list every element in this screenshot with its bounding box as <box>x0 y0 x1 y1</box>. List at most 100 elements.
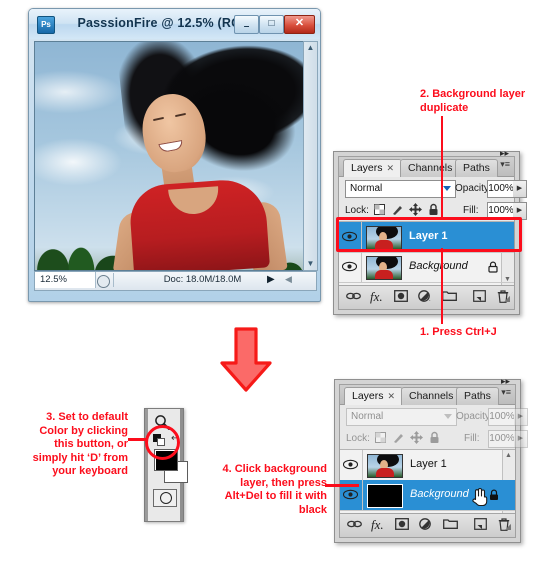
new-layer-icon[interactable] <box>474 518 487 533</box>
scroll-up-icon[interactable]: ▲ <box>304 42 317 54</box>
layer-thumbnail[interactable] <box>366 256 402 280</box>
layer-row-background[interactable]: Background <box>340 480 515 511</box>
tab-layers[interactable]: Layers ✕ <box>344 387 404 405</box>
annotation-4-leader-line <box>325 484 359 487</box>
eye-icon[interactable] <box>342 459 359 470</box>
new-layer-icon[interactable] <box>473 290 486 305</box>
panel-menu-icon[interactable]: ▾≡ <box>500 160 510 169</box>
tab-channels-label: Channels <box>409 390 454 402</box>
tab-paths[interactable]: Paths <box>455 159 498 177</box>
lock-all-icon[interactable] <box>428 431 441 444</box>
tab-paths-label: Paths <box>463 162 490 174</box>
tab-channels[interactable]: Channels <box>400 159 461 177</box>
layers-panel-footer: fx. ◢ <box>340 513 515 537</box>
new-group-icon[interactable] <box>443 518 458 532</box>
layer-mask-icon[interactable] <box>394 290 408 305</box>
chevron-down-icon <box>443 186 451 191</box>
lock-image-icon[interactable] <box>392 431 405 444</box>
blend-mode-select[interactable]: Normal <box>345 180 456 198</box>
tab-layers-label: Layers <box>352 390 384 402</box>
tab-close-icon[interactable]: ✕ <box>388 391 396 401</box>
layer-style-fx-icon[interactable]: fx. <box>370 289 383 305</box>
minimize-button[interactable]: – <box>234 15 259 34</box>
annotation-2-text: 2. Background layer duplicate <box>420 88 526 114</box>
layer-name[interactable]: Background <box>410 488 469 500</box>
close-icon: ✕ <box>294 17 305 29</box>
quick-mask-icon[interactable] <box>153 489 177 507</box>
svg-text:.: . <box>429 297 431 302</box>
opacity-slider-arrow-icon[interactable]: ▶ <box>514 408 528 426</box>
minimize-icon: – <box>243 21 250 32</box>
fill-input[interactable]: 100% <box>488 430 516 448</box>
fill-label: Fill: <box>464 433 480 444</box>
eye-icon[interactable] <box>342 489 359 500</box>
annotation-layer1-highlight-box <box>336 217 522 252</box>
lock-image-icon[interactable] <box>391 203 404 216</box>
document-title-bar[interactable]: Ps PasssionFire @ 12.5% (RGB/8*) – □ ✕ <box>29 9 320 39</box>
close-button[interactable]: ✕ <box>284 15 315 34</box>
blend-mode-row: Normal Opacity: 100% ▶ <box>340 405 528 427</box>
panel-resize-grip[interactable]: ◢ <box>504 294 510 303</box>
layer-visibility-cell[interactable] <box>339 252 362 282</box>
annotation-3-text: 3. Set to default Color by clicking this… <box>32 411 128 477</box>
down-arrow-icon <box>213 327 279 393</box>
tab-close-icon[interactable]: ✕ <box>387 163 395 173</box>
tab-layers[interactable]: Layers ✕ <box>343 159 403 177</box>
tab-paths[interactable]: Paths <box>456 387 499 405</box>
panel-resize-grip[interactable]: ◢ <box>505 522 511 531</box>
blend-mode-value: Normal <box>351 411 384 422</box>
lock-transparency-icon[interactable] <box>373 203 386 216</box>
zoom-level-field[interactable]: 12.5% <box>35 272 96 288</box>
layer-visibility-cell[interactable] <box>340 450 363 480</box>
layer-style-fx-icon[interactable]: fx. <box>371 517 384 533</box>
layer-thumbnail[interactable] <box>367 454 403 478</box>
lock-position-icon[interactable] <box>409 203 422 216</box>
layer-name[interactable]: Background <box>409 260 468 272</box>
status-resize-arrow-icon: ◀ <box>285 274 292 284</box>
link-layers-icon[interactable] <box>347 518 362 533</box>
blend-mode-row: Normal Opacity: 100% ▶ <box>339 177 527 199</box>
hand-cursor-icon <box>471 487 488 509</box>
photo-woman-with-flying-hair <box>35 42 316 270</box>
lock-transparency-icon[interactable] <box>374 431 387 444</box>
layer-row-background[interactable]: Background <box>339 252 514 283</box>
annotation-4-text: 4. Click background layer, then press Al… <box>222 463 327 516</box>
adjustment-layer-icon[interactable]: . <box>418 290 432 305</box>
status-menu-arrow-icon[interactable]: ▶ <box>267 274 275 285</box>
lock-position-icon[interactable] <box>410 431 423 444</box>
link-layers-icon[interactable] <box>346 290 361 305</box>
image-canvas[interactable] <box>34 41 317 271</box>
document-size-info: Doc: 18.0M/18.0M <box>163 274 242 285</box>
fill-slider-arrow-icon[interactable]: ▶ <box>514 430 528 448</box>
lock-icon <box>488 261 498 276</box>
tab-channels[interactable]: Channels <box>401 387 462 405</box>
lock-all-icon[interactable] <box>427 203 440 216</box>
lock-icon <box>489 489 499 504</box>
maximize-icon: □ <box>268 18 275 29</box>
opacity-input[interactable]: 100% <box>487 180 515 198</box>
opacity-slider-arrow-icon[interactable]: ▶ <box>513 180 527 198</box>
opacity-input[interactable]: 100% <box>488 408 516 426</box>
tab-paths-label: Paths <box>464 390 491 402</box>
photoshop-icon: Ps <box>37 16 55 34</box>
layer-name[interactable]: Layer 1 <box>410 458 447 470</box>
canvas-vertical-scrollbar[interactable]: ▲ ▼ <box>303 41 318 271</box>
annotation-1-leader-line <box>441 248 443 324</box>
layer-thumbnail-black[interactable] <box>367 484 403 508</box>
panel-menu-icon[interactable]: ▾≡ <box>501 388 511 397</box>
document-status-bar: 12.5% Doc: 18.0M/18.0M ▶ ◀ <box>34 271 317 291</box>
scroll-down-icon[interactable]: ▼ <box>304 258 317 270</box>
blend-mode-value: Normal <box>350 183 383 194</box>
layers-panel-bottom-inner: ▸▸ Layers ✕ Channels Paths ▾≡ Normal Opac… <box>339 376 528 538</box>
eye-icon[interactable] <box>341 261 358 272</box>
layer-row-layer-1[interactable]: Layer 1 <box>340 450 515 481</box>
new-group-icon[interactable] <box>442 290 457 304</box>
lock-label: Lock: <box>346 433 370 444</box>
maximize-button[interactable]: □ <box>259 15 284 34</box>
blend-mode-select[interactable]: Normal <box>346 408 457 426</box>
chevron-down-icon <box>444 414 452 419</box>
annotation-2-leader-line <box>441 116 443 220</box>
layer-mask-icon[interactable] <box>395 518 409 533</box>
adjustment-layer-icon[interactable] <box>419 518 433 533</box>
annotation-1-text: 1. Press Ctrl+J <box>420 326 497 338</box>
